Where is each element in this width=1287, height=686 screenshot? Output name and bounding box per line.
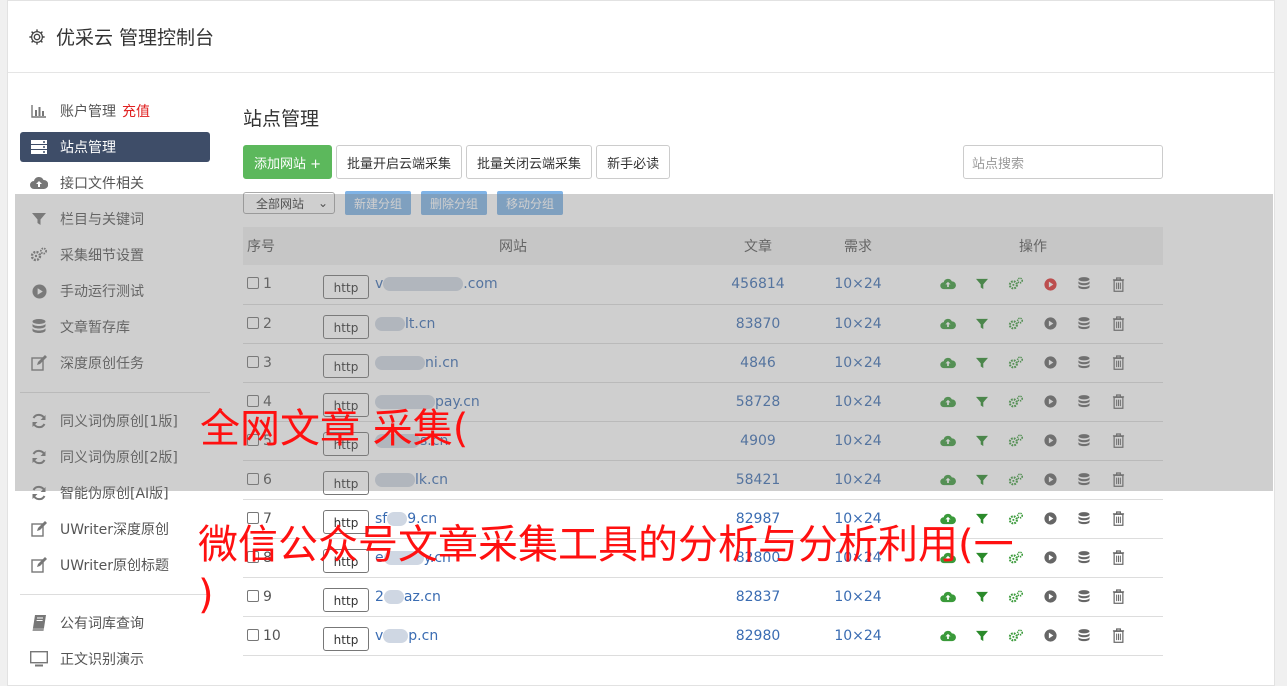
cloud-upload-icon[interactable] xyxy=(939,588,957,606)
sidebar-item-sites[interactable]: 站点管理 xyxy=(20,132,210,162)
site-cell: http 2 az.cn xyxy=(323,577,703,617)
filter-icon[interactable] xyxy=(973,627,991,645)
sidebar-item-label: 正文识别演示 xyxy=(60,652,144,668)
row-no-cell: 9 xyxy=(243,577,323,617)
database-icon[interactable] xyxy=(1075,627,1093,645)
row-checkbox[interactable] xyxy=(247,628,259,641)
demand-value[interactable]: 10×24 xyxy=(813,577,903,617)
table-row: 9 http 2 az.cn 82837 10×24 xyxy=(243,577,1163,617)
page-title: 站点管理 xyxy=(243,108,320,130)
ops-cell xyxy=(903,616,1163,656)
database-icon[interactable] xyxy=(1075,510,1093,528)
http-badge: http xyxy=(323,587,369,612)
row-number: 9 xyxy=(263,588,272,605)
play-circle-icon[interactable] xyxy=(1041,549,1059,567)
batch-open-cloud-button[interactable]: 批量开启云端采集 xyxy=(336,145,463,179)
sidebar-item-label: 公有词库查询 xyxy=(60,616,144,632)
filter-icon[interactable] xyxy=(973,588,991,606)
article-count[interactable]: 82980 xyxy=(703,616,813,656)
batch-close-cloud-button[interactable]: 批量关闭云端采集 xyxy=(466,145,593,179)
row-number: 10 xyxy=(263,627,281,644)
app-title: 优采云 管理控制台 xyxy=(56,27,215,49)
site-cell: http v p.cn xyxy=(323,616,703,656)
sidebar-item-public-lexicon[interactable]: 公有词库查询 xyxy=(20,608,210,638)
play-circle-icon[interactable] xyxy=(1041,588,1059,606)
play-circle-icon[interactable] xyxy=(1041,510,1059,528)
row-no-cell: 10 xyxy=(243,616,323,656)
trash-icon[interactable] xyxy=(1109,510,1127,528)
site-domain-suffix[interactable]: p.cn xyxy=(408,628,438,644)
bar-chart-icon xyxy=(30,102,48,120)
sidebar-item-uwriter-deep[interactable]: UWriter深度原创 xyxy=(20,514,210,544)
sidebar-item-label: 接口文件相关 xyxy=(60,176,144,192)
blurred-domain xyxy=(383,628,409,643)
monitor-icon xyxy=(30,650,48,668)
demand-value[interactable]: 10×24 xyxy=(813,616,903,656)
sidebar-item-label: 账户管理 xyxy=(60,104,116,120)
sidebar-divider xyxy=(20,594,210,595)
trash-icon[interactable] xyxy=(1109,588,1127,606)
table-row: 10 http v p.cn 82980 10×24 xyxy=(243,616,1163,656)
server-icon xyxy=(30,138,48,156)
sidebar-item-label: UWriter原创标题 xyxy=(60,558,169,574)
site-domain-prefix[interactable]: v xyxy=(375,628,383,644)
http-badge: http xyxy=(323,626,369,651)
sidebar-item-label: UWriter深度原创 xyxy=(60,522,169,538)
add-site-button[interactable]: 添加网站 + xyxy=(243,145,333,179)
database-icon[interactable] xyxy=(1075,549,1093,567)
sidebar-item-account[interactable]: 账户管理 充值 xyxy=(20,96,210,126)
guide-button[interactable]: 新手必读 xyxy=(596,145,671,179)
sidebar-item-uwriter-title[interactable]: UWriter原创标题 xyxy=(20,550,210,580)
ops-cell xyxy=(903,577,1163,617)
article-count[interactable]: 82837 xyxy=(703,577,813,617)
toolbar: 添加网站 + 批量开启云端采集 批量关闭云端采集 新手必读 站点搜索 xyxy=(243,145,1163,179)
trash-icon[interactable] xyxy=(1109,627,1127,645)
site-domain-prefix[interactable]: 2 xyxy=(375,589,384,605)
watermark-line-3: ) xyxy=(198,572,214,618)
blurred-domain xyxy=(383,589,404,604)
database-icon[interactable] xyxy=(1075,588,1093,606)
site-domain-suffix[interactable]: az.cn xyxy=(404,589,441,605)
cloud-upload-icon xyxy=(30,174,48,192)
recharge-link[interactable]: 充值 xyxy=(122,101,150,121)
play-circle-icon[interactable] xyxy=(1041,627,1059,645)
edit-icon xyxy=(30,556,48,574)
trash-icon[interactable] xyxy=(1109,549,1127,567)
sidebar-item-label: 站点管理 xyxy=(60,140,116,156)
watermark-line-1: 全网文章 采集( xyxy=(200,406,469,452)
gears-icon[interactable] xyxy=(1007,627,1025,645)
watermark-line-2: 微信公众号文章采集工具的分析与分析利用(一 xyxy=(198,522,1014,568)
gear-icon xyxy=(29,28,45,45)
sidebar-item-body-recognition[interactable]: 正文识别演示 xyxy=(20,644,210,674)
site-search-input[interactable]: 站点搜索 xyxy=(963,145,1163,179)
cloud-upload-icon[interactable] xyxy=(939,627,957,645)
gears-icon[interactable] xyxy=(1007,588,1025,606)
edit-icon xyxy=(30,520,48,538)
book-icon xyxy=(30,614,48,632)
top-bar: 优采云 管理控制台 xyxy=(8,1,1274,73)
row-checkbox[interactable] xyxy=(247,589,259,602)
